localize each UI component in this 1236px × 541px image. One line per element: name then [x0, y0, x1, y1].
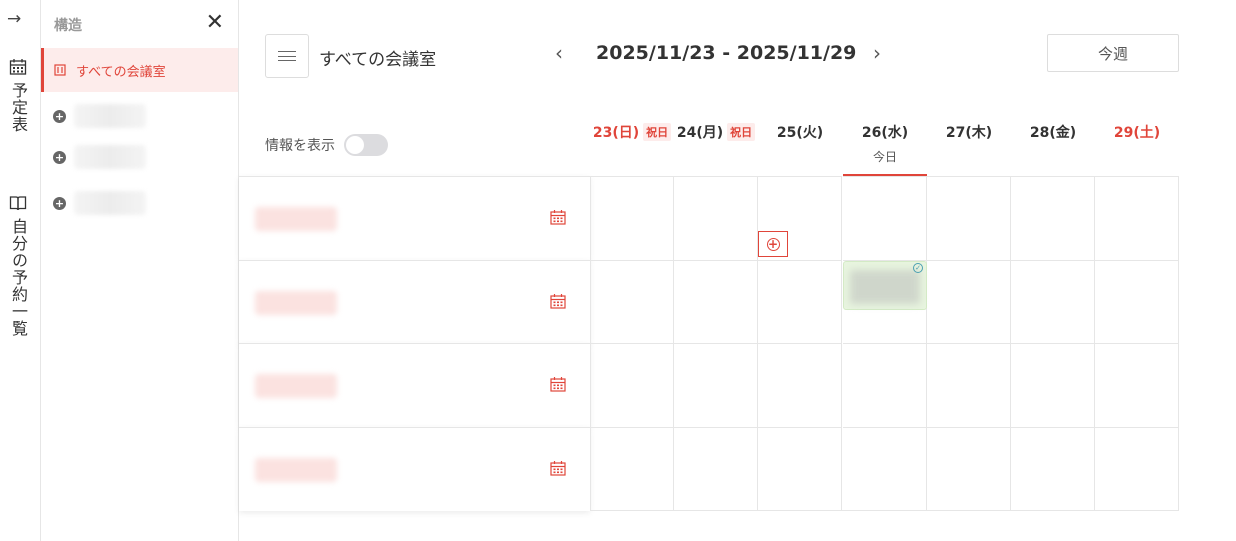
calendar-icon[interactable]	[550, 293, 566, 309]
room-row-header[interactable]	[239, 260, 590, 344]
day-header: 29(土)	[1095, 122, 1179, 176]
nav-my-reservations-label: 自分の予約一覧	[9, 218, 28, 337]
room-title: すべての会議室	[319, 50, 437, 70]
schedule-cell[interactable]	[843, 343, 927, 427]
tree-group-label	[74, 145, 146, 169]
expand-arrow-icon[interactable]: →	[7, 9, 21, 29]
info-toggle-row: 情報を表示	[265, 134, 388, 156]
schedule-cell[interactable]	[1011, 427, 1095, 511]
schedule-cell[interactable]	[1095, 176, 1179, 260]
tree-group-label	[74, 104, 146, 128]
schedule-cell[interactable]	[1095, 343, 1179, 427]
room-name	[255, 458, 337, 482]
day-label: 26(水)	[861, 125, 909, 141]
book-icon	[9, 196, 27, 211]
schedule-cell[interactable]	[1011, 260, 1095, 344]
tree-item-label: すべての会議室	[76, 64, 166, 80]
plus-icon[interactable]: +	[53, 150, 66, 164]
day-label: 28(金)	[1029, 125, 1077, 141]
schedule-cell[interactable]	[758, 343, 842, 427]
room-row-header[interactable]	[239, 427, 590, 511]
calendar-icon[interactable]	[550, 376, 566, 392]
chevron-left-icon[interactable]: ‹	[555, 41, 563, 65]
room-name	[255, 207, 337, 231]
day-label: 23(日)	[592, 125, 640, 141]
schedule-cell[interactable]	[927, 260, 1011, 344]
tree-item-all-rooms[interactable]: すべての会議室	[41, 48, 238, 92]
this-week-button[interactable]: 今週	[1047, 34, 1179, 72]
schedule-cell[interactable]	[590, 427, 674, 511]
day-label: 25(火)	[776, 125, 824, 141]
close-icon[interactable]: ✕	[206, 12, 224, 34]
schedule-cell[interactable]	[843, 427, 927, 511]
panel-title: 構造	[54, 18, 82, 34]
nav-my-reservations[interactable]: 自分の予約一覧	[6, 194, 30, 337]
room-name	[255, 374, 337, 398]
schedule-cell[interactable]	[1095, 427, 1179, 511]
calendar-icon[interactable]	[550, 209, 566, 225]
plus-circle-icon: +	[766, 236, 780, 251]
schedule-cell[interactable]	[590, 260, 674, 344]
reservation-event[interactable]: ✓	[843, 261, 927, 310]
check-icon: ✓	[913, 263, 923, 273]
add-reservation-button[interactable]: +	[758, 231, 788, 257]
schedule-cell[interactable]	[843, 176, 927, 260]
tree-group-label	[74, 191, 146, 215]
left-rail: → 予定表 自分の予約一覧	[0, 0, 41, 541]
day-header: 24(月) 祝日	[674, 122, 758, 176]
schedule-cell[interactable]	[1011, 176, 1095, 260]
room-name	[255, 291, 337, 315]
schedule-cell[interactable]	[674, 343, 758, 427]
info-toggle[interactable]	[344, 134, 388, 156]
schedule-cell[interactable]	[590, 176, 674, 260]
room-row-header[interactable]	[239, 343, 590, 427]
plus-icon[interactable]: +	[53, 109, 66, 123]
chevron-right-icon[interactable]: ›	[873, 41, 881, 65]
schedule-cell[interactable]	[674, 260, 758, 344]
day-header: 25(火)	[758, 122, 842, 176]
holiday-badge: 祝日	[643, 123, 672, 141]
schedule-cell[interactable]	[927, 176, 1011, 260]
schedule-cell[interactable]	[674, 176, 758, 260]
schedule-cell[interactable]	[927, 427, 1011, 511]
calendar-icon	[9, 59, 27, 75]
schedule-cell[interactable]	[1095, 260, 1179, 344]
today-label: 今日	[872, 150, 897, 164]
schedule-cell[interactable]	[674, 427, 758, 511]
day-label: 27(木)	[945, 125, 993, 141]
day-label: 29(土)	[1113, 125, 1161, 141]
date-range: 2025/11/23 - 2025/11/29	[596, 42, 857, 64]
menu-button[interactable]	[265, 34, 309, 78]
nav-schedule-label: 予定表	[9, 82, 28, 133]
holiday-badge: 祝日	[727, 123, 756, 141]
schedule-cell[interactable]	[758, 427, 842, 511]
hamburger-icon	[278, 51, 296, 61]
day-label: 24(月)	[676, 125, 724, 141]
day-header: 28(金)	[1011, 122, 1095, 176]
schedule-cell[interactable]	[758, 260, 842, 344]
grid-divider	[590, 510, 1179, 511]
room-row-header[interactable]	[239, 176, 590, 260]
nav-schedule[interactable]: 予定表	[6, 58, 30, 133]
day-header: 23(日) 祝日	[590, 122, 674, 176]
tree-group[interactable]: +	[53, 191, 146, 215]
tree-group[interactable]: +	[53, 104, 146, 128]
plus-icon[interactable]: +	[53, 196, 66, 210]
day-header: 27(木)	[927, 122, 1011, 176]
building-icon	[54, 64, 66, 76]
schedule-cell[interactable]	[927, 343, 1011, 427]
info-toggle-label: 情報を表示	[265, 138, 335, 154]
event-title	[850, 270, 920, 304]
schedule-cell[interactable]	[1011, 343, 1095, 427]
toggle-knob	[346, 136, 364, 154]
structure-panel: 構造 ✕ すべての会議室 + + +	[41, 0, 239, 541]
tree-group[interactable]: +	[53, 145, 146, 169]
main-area: すべての会議室 ‹ 2025/11/23 - 2025/11/29 › 今週 情…	[239, 0, 1236, 541]
calendar-icon[interactable]	[550, 460, 566, 476]
day-header-today: 26(水) 今日	[843, 122, 927, 176]
schedule-cell[interactable]	[590, 343, 674, 427]
